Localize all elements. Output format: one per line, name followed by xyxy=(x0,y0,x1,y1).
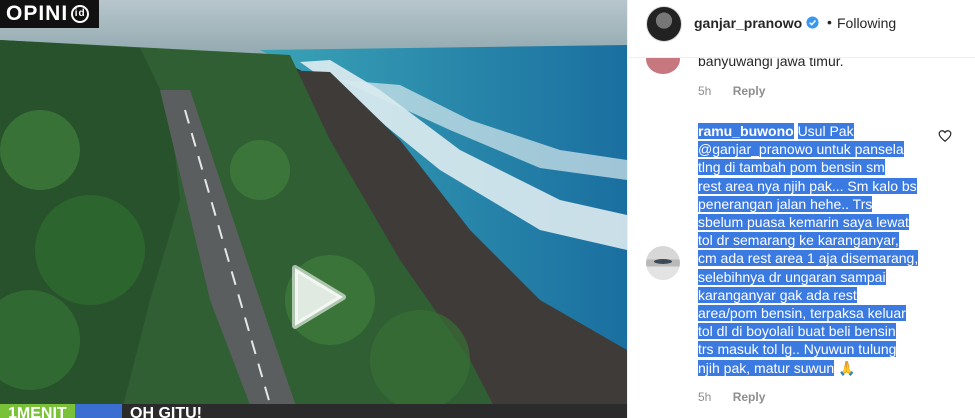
comment-line: rest area nya njih pak... Sm kalo bs xyxy=(698,177,917,194)
comment-line: sbelum puasa kemarin saya lewat xyxy=(698,214,909,231)
comment-line: karanganyar gak ada rest xyxy=(698,286,857,303)
like-heart-icon[interactable] xyxy=(938,129,952,143)
avatar[interactable] xyxy=(646,6,682,42)
logo-badge: id xyxy=(71,5,90,23)
post-username[interactable]: ganjar_pranowo xyxy=(694,15,802,31)
comment-line: area/pom bensin, terpaksa keluar xyxy=(698,305,906,322)
caption-text: OH GITU! xyxy=(122,404,627,418)
previous-comment-meta: 5h Reply xyxy=(698,84,765,98)
post-header: ganjar_pranowo • Following xyxy=(628,0,975,58)
reply-button[interactable]: Reply xyxy=(733,84,766,98)
comment-line: Usul Pak xyxy=(797,123,854,139)
pray-emoji-icon: 🙏 xyxy=(838,359,856,376)
reply-button[interactable]: Reply xyxy=(733,390,766,404)
verified-badge-icon xyxy=(806,16,819,29)
comment-time: 5h xyxy=(698,390,712,404)
logo-text: OPINI xyxy=(6,2,69,25)
play-icon[interactable] xyxy=(281,262,351,332)
video-player[interactable]: OPINI id 1MENIT OH GITU! xyxy=(0,0,627,418)
comment-line: trs masuk tol lg.. Nyuwun tulung xyxy=(698,341,897,358)
comment-line: tlng di tambah pom bensin sm xyxy=(698,159,885,176)
caption-tag: 1MENIT xyxy=(0,404,75,418)
channel-logo: OPINI id xyxy=(0,0,100,28)
comment-time: 5h xyxy=(698,84,712,98)
comment-line: tol dr semarang ke karanganyar, xyxy=(698,232,899,249)
video-frame xyxy=(0,0,627,418)
video-caption-bar: 1MENIT OH GITU! xyxy=(0,404,627,418)
comment-line: penerangan jalan hehe.. Trs xyxy=(698,195,873,212)
comment-avatar[interactable] xyxy=(646,246,680,280)
separator-dot: • xyxy=(827,14,832,30)
comment-line: cm ada rest area 1 aja disemarang, xyxy=(698,250,919,267)
comment-line: selebihnya dr ungaran sampai xyxy=(698,268,886,285)
comment-body: ramu_buwono Usul Pak @ganjar_pranowo unt… xyxy=(698,122,928,377)
comment-line: @ganjar_pranowo untuk pansela xyxy=(698,141,904,158)
following-button[interactable]: Following xyxy=(837,15,896,31)
comment-username[interactable]: ramu_buwono xyxy=(698,123,794,139)
comment-meta: 5h Reply xyxy=(698,390,765,404)
comment-line: njih pak, matur suwun xyxy=(698,359,835,376)
comments-panel: ganjar_pranowo • Following banyuwangi ja… xyxy=(627,0,975,418)
comment-line: tol dl di boyolali buat beli bensin xyxy=(698,323,896,340)
